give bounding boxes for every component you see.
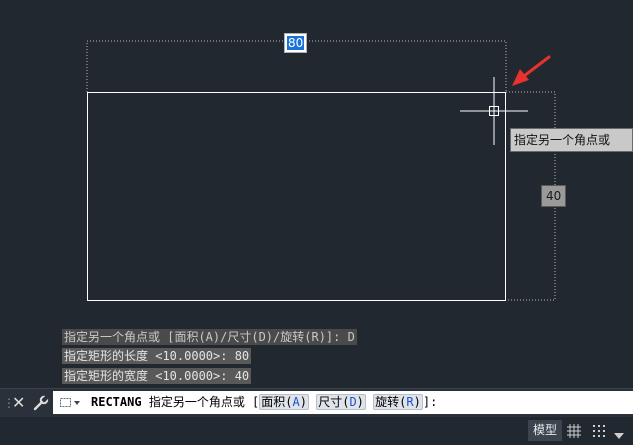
option-close: ) bbox=[356, 395, 364, 409]
grid-icon[interactable] bbox=[566, 423, 582, 443]
snap-icon[interactable] bbox=[591, 423, 607, 443]
history-line: 指定矩形的长度 <10.0000>: 80 bbox=[62, 348, 252, 364]
option-dimensions[interactable]: 尺寸(D) bbox=[316, 394, 366, 410]
option-label: 面积( bbox=[261, 395, 293, 409]
drawing-canvas[interactable]: 80 指定另一个角点或 40 指定另一个角点或 [面积(A)/尺寸(D)/旋转(… bbox=[0, 0, 633, 388]
command-line-bar: ⋮ ✕ RECTANG 指定另一个角点或 [面积(A) 尺寸(D) 旋转(R)]… bbox=[0, 388, 633, 417]
status-bar: 模型 bbox=[0, 417, 633, 444]
chevron-down-icon[interactable] bbox=[613, 426, 625, 445]
command-text: RECTANG 指定另一个角点或 [面积(A) 尺寸(D) 旋转(R)]: bbox=[91, 394, 437, 411]
command-input[interactable]: RECTANG 指定另一个角点或 [面积(A) 尺寸(D) 旋转(R)]: bbox=[53, 391, 633, 414]
command-prompt: 指定另一个角点或 [ bbox=[148, 395, 260, 409]
option-label: 尺寸( bbox=[318, 395, 350, 409]
close-icon[interactable]: ✕ bbox=[12, 393, 25, 413]
tooltip-text: 指定另一个角点或 bbox=[514, 133, 611, 147]
command-suffix: ]: bbox=[422, 395, 438, 409]
option-label: 旋转( bbox=[375, 395, 407, 409]
option-key: D bbox=[349, 395, 357, 409]
wrench-icon[interactable] bbox=[33, 393, 49, 416]
option-rotation[interactable]: 旋转(R) bbox=[373, 394, 423, 410]
history-line: 指定矩形的宽度 <10.0000>: 40 bbox=[62, 368, 252, 384]
history-line: 指定另一个角点或 [面积(A)/尺寸(D)/旋转(R)]: D bbox=[62, 329, 357, 345]
dynamic-prompt-tooltip: 指定另一个角点或 bbox=[510, 128, 633, 152]
rectangle-dropdown-icon[interactable] bbox=[59, 395, 81, 414]
option-key: R bbox=[406, 395, 414, 409]
height-value-text: 40 bbox=[546, 189, 562, 203]
command-name: RECTANG bbox=[91, 395, 142, 409]
rectangle-shape bbox=[87, 92, 506, 301]
width-input-value: 80 bbox=[287, 36, 305, 50]
model-tab[interactable]: 模型 bbox=[528, 420, 563, 441]
option-key: A bbox=[292, 395, 300, 409]
height-dimension-value[interactable]: 40 bbox=[541, 185, 567, 207]
annotation-arrow-icon bbox=[512, 55, 551, 86]
option-area[interactable]: 面积(A) bbox=[259, 394, 309, 410]
option-close: ) bbox=[413, 395, 421, 409]
option-close: ) bbox=[299, 395, 307, 409]
width-dynamic-input[interactable]: 80 bbox=[284, 33, 308, 53]
